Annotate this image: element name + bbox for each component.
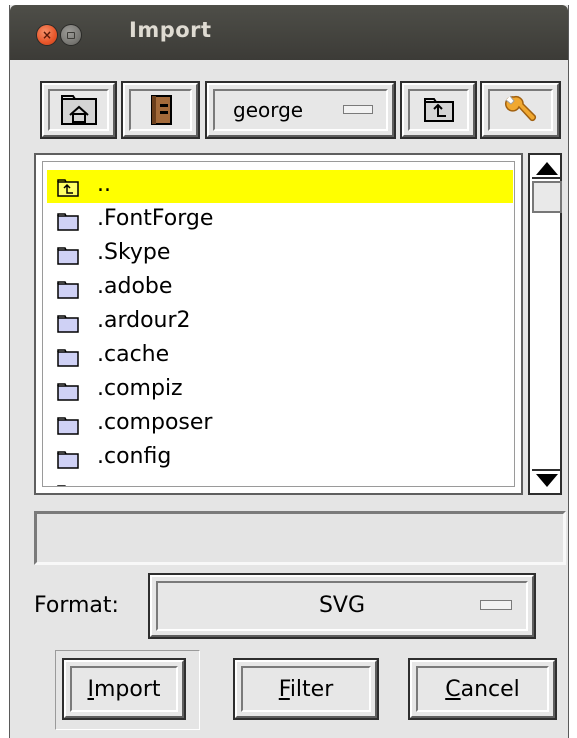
file-list-scrollbar[interactable]: [526, 153, 566, 495]
filter-button[interactable]: Filter: [233, 658, 379, 720]
wrench-icon: [504, 95, 536, 122]
list-item[interactable]: .config: [47, 442, 513, 475]
list-item-label: .ardour2: [97, 308, 191, 333]
cancel-button-label: Cancel: [445, 677, 520, 702]
bookmarks-button[interactable]: [121, 81, 200, 139]
parent-folder-icon: [423, 98, 454, 122]
cancel-button[interactable]: Cancel: [408, 658, 557, 720]
list-item[interactable]: .Skype: [47, 238, 513, 271]
file-list[interactable]: .. .FontForge .Skype .adobe .ardour2 .ca…: [34, 153, 523, 495]
list-item[interactable]: .ardour2: [47, 306, 513, 339]
title-bar: × Import: [10, 5, 568, 60]
list-item[interactable]: .compiz: [47, 374, 513, 407]
folder-icon: [57, 281, 79, 299]
folder-icon: [57, 417, 79, 435]
directory-label: george: [233, 98, 304, 122]
file-list-panel: .. .FontForge .Skype .adobe .ardour2 .ca…: [34, 153, 566, 495]
list-item-label: ..: [97, 172, 111, 197]
folder-icon: [57, 485, 66, 486]
list-item-label: .adobe: [97, 274, 173, 299]
bookmarks-icon: [150, 95, 172, 125]
format-label: Format:: [34, 593, 119, 618]
list-item-label: .cache: [97, 342, 170, 367]
import-button-label: Import: [87, 677, 161, 702]
import-dialog: × Import george .. .FontForge .Skype .ad…: [9, 5, 569, 738]
home-folder-icon: [60, 95, 97, 125]
scrollbar-thumb[interactable]: [532, 181, 562, 213]
folder-icon: [57, 383, 79, 401]
folder-icon: [57, 315, 79, 333]
home-button[interactable]: [40, 81, 117, 139]
format-dropdown[interactable]: SVG: [148, 573, 536, 639]
folder-icon: [57, 451, 79, 469]
directory-dropdown[interactable]: george: [205, 81, 396, 139]
list-item[interactable]: .cache: [47, 340, 513, 373]
filter-button-label: Filter: [278, 677, 334, 702]
list-item-label: .composer: [97, 410, 213, 435]
close-icon[interactable]: ×: [37, 25, 57, 45]
list-item-label: .Skype: [97, 240, 171, 265]
window-title: Import: [129, 18, 212, 42]
parent-directory-button[interactable]: [400, 81, 477, 139]
list-item-label: .FontForge: [97, 206, 214, 231]
list-item[interactable]: .adobe: [47, 272, 513, 305]
scroll-down-arrow-icon[interactable]: [532, 469, 562, 491]
folder-icon: [57, 247, 79, 265]
list-item-label: .compiz: [97, 376, 183, 401]
dropdown-indicator-icon: [343, 105, 373, 114]
import-button[interactable]: Import: [62, 658, 186, 720]
minimize-icon[interactable]: [61, 25, 81, 45]
tools-button[interactable]: [480, 81, 561, 139]
list-item-parent[interactable]: ..: [47, 170, 513, 203]
filename-field[interactable]: [34, 511, 566, 565]
list-item[interactable]: .composer: [47, 408, 513, 441]
folder-icon: [57, 349, 79, 367]
list-item-partial[interactable]: [47, 476, 513, 486]
parent-folder-icon: [57, 179, 79, 197]
folder-icon: [57, 213, 79, 231]
scroll-up-arrow-icon[interactable]: [532, 157, 562, 179]
list-item-label: .config: [97, 444, 172, 469]
list-item[interactable]: .FontForge: [47, 204, 513, 237]
dropdown-indicator-icon: [480, 600, 512, 610]
format-value: SVG: [318, 593, 366, 618]
scrollbar-track[interactable]: [528, 153, 562, 495]
